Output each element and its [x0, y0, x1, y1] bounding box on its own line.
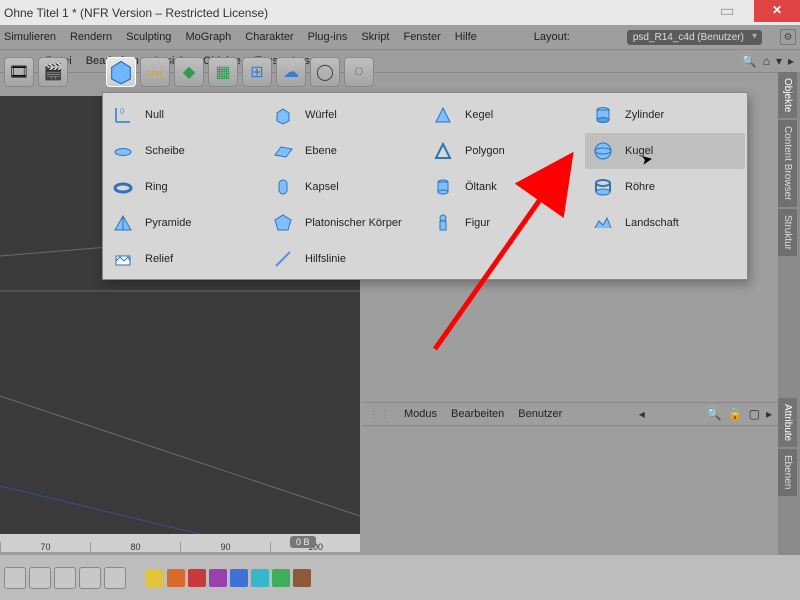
primitive-platon[interactable]: Platonischer Körper: [265, 205, 425, 241]
primitive-zylinder[interactable]: Zylinder: [585, 97, 745, 133]
tool-camera-icon[interactable]: ◯: [310, 57, 340, 87]
timeline-controls: [0, 555, 800, 600]
timeline-prev-icon[interactable]: [29, 567, 51, 589]
oiltank-icon: [431, 175, 455, 199]
primitive-kapsel[interactable]: Kapsel: [265, 169, 425, 205]
tab-ebenen[interactable]: Ebenen: [778, 449, 797, 495]
attrmenu-benutzer[interactable]: Benutzer: [518, 408, 562, 420]
timeline-next-icon[interactable]: [79, 567, 101, 589]
tool-light-icon[interactable]: ◌: [344, 57, 374, 87]
svg-text:0: 0: [120, 107, 125, 116]
swatch-yellow[interactable]: [146, 569, 164, 587]
primitive-wuerfel[interactable]: Würfel: [265, 97, 425, 133]
primitives-popup: 0Null Würfel Kegel Zylinder Scheibe Eben…: [102, 92, 748, 280]
swatch-blue[interactable]: [230, 569, 248, 587]
tool-clapper-icon[interactable]: 🎬: [38, 57, 68, 87]
plane-icon: [271, 139, 295, 163]
tool-spline-icon[interactable]: 〰: [140, 57, 170, 87]
pyramid-icon: [111, 211, 135, 235]
back-icon[interactable]: ◂: [639, 407, 645, 421]
null-icon: 0: [111, 103, 135, 127]
menu-sculpting[interactable]: Sculpting: [126, 31, 171, 43]
swatch-cyan[interactable]: [251, 569, 269, 587]
menu-simulieren[interactable]: Simulieren: [4, 31, 56, 43]
tool-primitive-cube-icon[interactable]: [106, 57, 136, 87]
window-title: Ohne Titel 1 * (NFR Version – Restricted…: [4, 6, 796, 20]
primitive-polygon[interactable]: Polygon: [425, 133, 585, 169]
menu-hilfe[interactable]: Hilfe: [455, 31, 477, 43]
window-maximize-button[interactable]: ▭: [704, 0, 750, 22]
attr-search-icon[interactable]: 🔍: [707, 407, 722, 421]
primitive-landschaft[interactable]: Landschaft: [585, 205, 745, 241]
primitive-scheibe[interactable]: Scheibe: [105, 133, 265, 169]
layout-label: Layout:: [534, 31, 570, 43]
tube-icon: [591, 175, 615, 199]
sphere-icon: [591, 139, 615, 163]
menu-fenster[interactable]: Fenster: [403, 31, 440, 43]
swatch-green[interactable]: [272, 569, 290, 587]
memory-indicator: 0 B: [290, 536, 316, 548]
attribute-manager-menubar: ⋮⋮ Modus Bearbeiten Benutzer ◂ 🔍 🔒 ▢ ▸: [362, 402, 778, 426]
cylinder-icon: [591, 103, 615, 127]
main-menu-bar: Simulieren Rendern Sculpting MoGraph Cha…: [0, 25, 800, 49]
relief-icon: [111, 247, 135, 271]
attrmenu-modus[interactable]: Modus: [404, 408, 437, 420]
tool-render-icon[interactable]: 🎞: [4, 57, 34, 87]
primitive-kegel[interactable]: Kegel: [425, 97, 585, 133]
primitive-kugel[interactable]: Kugel: [585, 133, 745, 169]
swatch-brown[interactable]: [293, 569, 311, 587]
landscape-icon: [591, 211, 615, 235]
attr-lock-icon[interactable]: 🔒: [728, 407, 743, 421]
primitive-oeltank[interactable]: Öltank: [425, 169, 585, 205]
primitive-figur[interactable]: Figur: [425, 205, 585, 241]
platonic-icon: [271, 211, 295, 235]
timeline-start-icon[interactable]: [4, 567, 26, 589]
layout-selector[interactable]: psd_R14_c4d (Benutzer): [627, 30, 762, 45]
guide-icon: [271, 247, 295, 271]
primitive-ebene[interactable]: Ebene: [265, 133, 425, 169]
timeline-play-icon[interactable]: [54, 567, 76, 589]
menu-plugins[interactable]: Plug-ins: [308, 31, 348, 43]
primitive-null[interactable]: 0Null: [105, 97, 265, 133]
menu-skript[interactable]: Skript: [361, 31, 389, 43]
tool-array-icon[interactable]: ▦: [208, 57, 238, 87]
menu-charakter[interactable]: Charakter: [245, 31, 293, 43]
menu-mograph[interactable]: MoGraph: [185, 31, 231, 43]
figure-icon: [431, 211, 455, 235]
disc-icon: [111, 139, 135, 163]
tab-objekte[interactable]: Objekte: [778, 72, 797, 118]
primitive-pyramide[interactable]: Pyramide: [105, 205, 265, 241]
swatch-orange[interactable]: [167, 569, 185, 587]
cube-icon: [271, 103, 295, 127]
tab-struktur[interactable]: Struktur: [778, 209, 797, 256]
tool-nurbs-icon[interactable]: ◆: [174, 57, 204, 87]
timeline-end-icon[interactable]: [104, 567, 126, 589]
tool-deformer-icon[interactable]: ⊞: [242, 57, 272, 87]
capsule-icon: [271, 175, 295, 199]
tab-content-browser[interactable]: Content Browser: [778, 120, 797, 206]
primitive-roehre[interactable]: Röhre: [585, 169, 745, 205]
primitive-hilfslinie[interactable]: Hilfslinie: [265, 241, 425, 277]
layout-settings-icon[interactable]: ⚙: [780, 29, 796, 45]
attr-menu-icon[interactable]: ▸: [766, 407, 772, 421]
window-titlebar: Ohne Titel 1 * (NFR Version – Restricted…: [0, 0, 800, 25]
tool-environment-icon[interactable]: ☁: [276, 57, 306, 87]
primitive-ring[interactable]: Ring: [105, 169, 265, 205]
primitive-relief[interactable]: Relief: [105, 241, 265, 277]
menu-rendern[interactable]: Rendern: [70, 31, 112, 43]
window-close-button[interactable]: ✕: [754, 0, 800, 22]
main-toolbar: 🎞 🎬 〰 ◆ ▦ ⊞ ☁ ◯ ◌: [0, 50, 800, 94]
cone-icon: [431, 103, 455, 127]
torus-icon: [111, 175, 135, 199]
swatch-purple[interactable]: [209, 569, 227, 587]
side-tab-strip: Objekte Content Browser Struktur Attribu…: [778, 72, 800, 582]
attrmenu-bearbeiten[interactable]: Bearbeiten: [451, 408, 504, 420]
tab-attribute[interactable]: Attribute: [778, 398, 797, 447]
swatch-red[interactable]: [188, 569, 206, 587]
attr-new-icon[interactable]: ▢: [749, 407, 760, 421]
polygon-icon: [431, 139, 455, 163]
